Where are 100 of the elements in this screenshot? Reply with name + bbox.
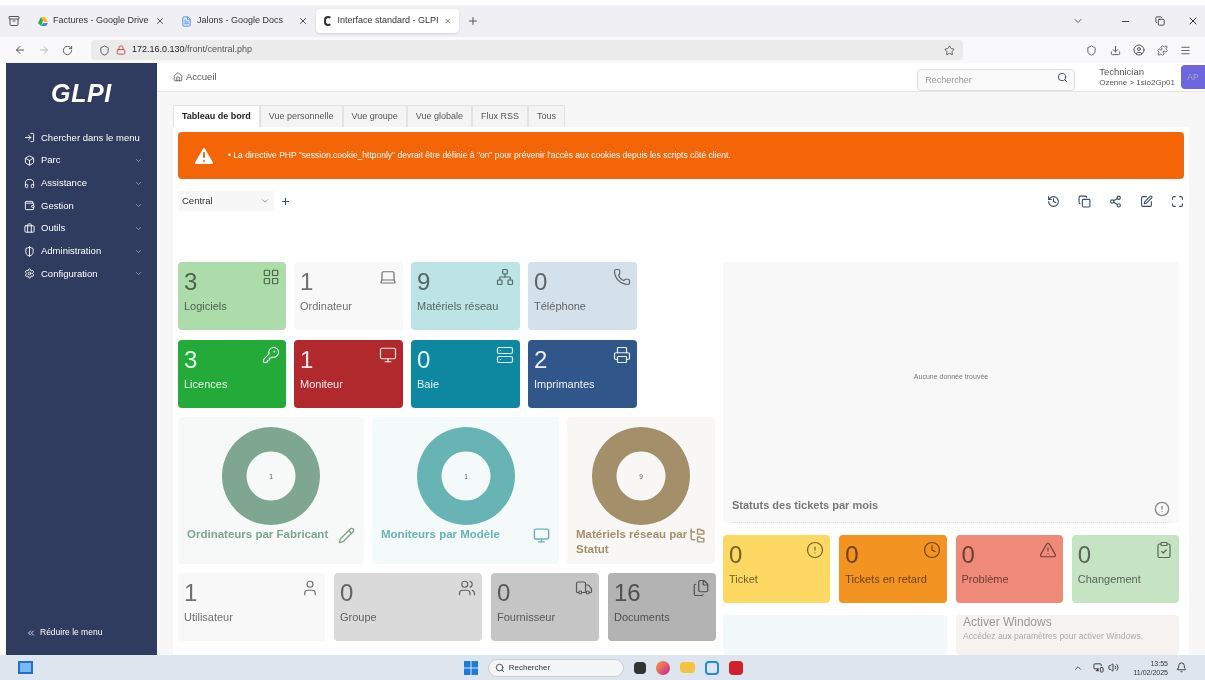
stat-tile[interactable]: 0 Groupe	[334, 573, 482, 641]
notification-bell-icon[interactable]	[1176, 662, 1187, 673]
menu-item[interactable]: Outils	[6, 217, 157, 240]
menu-item[interactable]: Assistance	[6, 171, 157, 195]
taskbar-search-field[interactable]: Rechercher	[487, 658, 624, 677]
history-icon[interactable]	[1047, 194, 1060, 208]
stat-tile[interactable]: 2 Imprimantes	[528, 340, 637, 408]
stat-label: Changement	[1077, 572, 1142, 587]
dashboard-tab[interactable]: Flux RSS	[472, 105, 528, 127]
restore-icon[interactable]	[1155, 16, 1165, 26]
menu-icon[interactable]	[1180, 44, 1191, 56]
menu-item[interactable]: Configuration	[6, 262, 157, 286]
stat-tile[interactable]: 1 Moniteur	[294, 340, 403, 408]
stat-tile[interactable]: 0 Changement	[1071, 535, 1179, 603]
stat-tile[interactable]: 0 Problème	[955, 535, 1063, 603]
stat-label: Logiciels	[184, 299, 228, 314]
activation-notice-title: Activer Windows	[963, 615, 1053, 629]
browser-tab[interactable]: Jalons - Google Docs	[173, 9, 316, 33]
menu-item[interactable]: Gestion	[6, 194, 157, 218]
activation-notice-text: Accédez aux paramètres pour activer Windows.	[963, 630, 1143, 643]
stat-count: 0	[417, 346, 431, 374]
stat-tile[interactable]: 0 Baie	[411, 340, 520, 408]
copy-icon[interactable]	[1078, 194, 1091, 208]
tab-title: Interface standard - GLPI	[337, 14, 439, 28]
search-icon	[494, 662, 505, 673]
alert-circle-icon	[806, 541, 825, 559]
stat-tile[interactable]: 1 Ordinateur	[294, 262, 403, 330]
network-icon	[496, 268, 514, 286]
menu-item[interactable]: Administration	[6, 239, 157, 263]
windows-logo-icon[interactable]	[463, 660, 478, 675]
clock-icon	[922, 541, 941, 559]
dashboard-tab[interactable]: Tous	[528, 105, 566, 127]
tab-list-icon[interactable]	[8, 15, 20, 27]
grid-plus-icon	[262, 268, 280, 286]
stat-label: Fournisseur	[497, 610, 557, 625]
breadcrumb-link[interactable]: Accueil	[173, 69, 217, 85]
cube-icon	[24, 155, 35, 167]
dashboard-tab[interactable]: Vue groupe	[342, 105, 407, 127]
browser-tab[interactable]: Interface standard - GLPI	[316, 9, 459, 33]
stat-count: 9	[417, 268, 431, 296]
stat-count: 1	[300, 346, 314, 374]
dashboard-select[interactable]: Central	[178, 191, 274, 211]
chart-title: Moniteurs par Modèle	[381, 527, 500, 542]
dashboard-tab[interactable]: Vue personnelle	[259, 105, 343, 127]
collapse-menu-link[interactable]: Réduire le menu	[6, 626, 157, 655]
browser-icon[interactable]	[655, 660, 670, 675]
stat-tile[interactable]: 0 Ticket	[723, 535, 831, 603]
insecure-lock-icon	[116, 45, 126, 55]
files-icon	[692, 579, 710, 597]
menu-item[interactable]: Chercher dans le menu	[6, 126, 157, 150]
stat-count: 0	[497, 579, 511, 607]
close-icon[interactable]	[155, 16, 165, 26]
extensions-icon[interactable]	[1157, 44, 1168, 56]
stat-tile[interactable]: 0 Fournisseur	[491, 573, 599, 641]
laptop-icon	[379, 268, 397, 286]
account-icon[interactable]	[1133, 44, 1145, 56]
shield-icon	[99, 44, 110, 56]
edit-icon[interactable]	[1140, 194, 1153, 208]
stat-tile[interactable]: 9 Matériels réseau	[411, 262, 520, 330]
download-icon[interactable]	[1110, 44, 1121, 56]
stat-label: Téléphone	[534, 299, 587, 314]
stat-count: 0	[340, 579, 354, 607]
close-icon[interactable]	[1187, 15, 1199, 27]
dashboard-tab[interactable]: Tableau de bord	[173, 105, 260, 127]
bookmark-star-icon[interactable]	[944, 44, 955, 56]
key-icon	[262, 346, 280, 364]
stat-tile[interactable]: 0 Tickets en retard	[839, 535, 947, 603]
new-tab-icon[interactable]	[467, 15, 479, 27]
stat-count: 0	[961, 541, 975, 569]
search-field[interactable]: Rechercher	[917, 69, 1076, 91]
home-icon	[173, 72, 183, 82]
address-field[interactable]: 172.16.0.130/front/central.php	[91, 40, 963, 60]
server-icon	[496, 346, 514, 364]
stat-tile[interactable]: 3 Logiciels	[178, 262, 286, 330]
stat-tile[interactable]: 0 Téléphone	[528, 262, 637, 330]
tab-title: Jalons - Google Docs	[197, 14, 285, 28]
app-icon[interactable]	[728, 660, 743, 675]
stat-label: Ordinateur	[300, 299, 353, 314]
stat-label: Imprimantes	[534, 377, 596, 392]
user-entity: Ozenne > 1sio2Gp01	[1099, 77, 1175, 88]
alert-circle-icon	[1154, 501, 1170, 517]
stat-count: 2	[534, 346, 548, 374]
stat-tile[interactable]: 16 Documents	[608, 573, 716, 641]
add-icon[interactable]	[280, 195, 291, 207]
reload-icon[interactable]	[62, 44, 73, 56]
document-icon	[181, 15, 192, 27]
network-icon[interactable]	[1093, 662, 1105, 673]
browser-tab[interactable]: Factures - Google Drive	[30, 9, 173, 33]
share-icon[interactable]	[1109, 194, 1122, 208]
close-icon[interactable]	[298, 16, 308, 26]
back-icon[interactable]	[14, 44, 26, 56]
fullscreen-icon[interactable]	[1171, 194, 1184, 208]
stat-count: 3	[184, 346, 198, 374]
menu-item[interactable]: Parc	[6, 149, 157, 172]
stat-tile[interactable]: 1 Utilisateur	[178, 573, 325, 641]
stat-label: Problème	[961, 572, 1010, 587]
dashboard-tab[interactable]: Vue globale	[406, 105, 472, 127]
chart-title: Matériels réseau par Statut	[576, 527, 689, 557]
task-view-icon[interactable]	[633, 661, 646, 674]
chart-title: Statuts des tickets par mois	[732, 497, 879, 513]
